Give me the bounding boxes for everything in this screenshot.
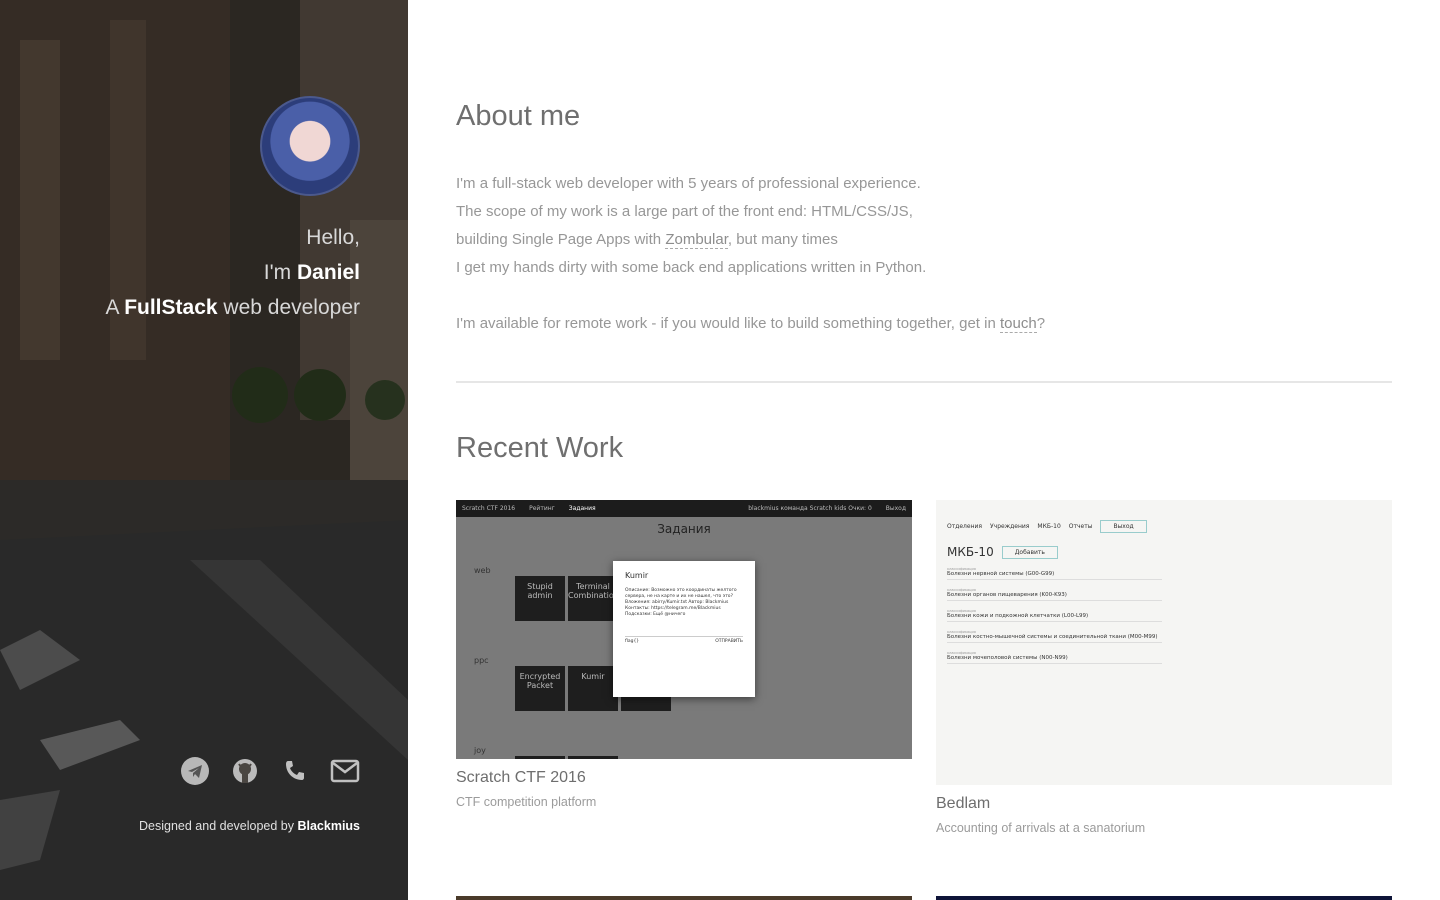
work-name[interactable]: Scratch CTF 2016 [456, 769, 912, 787]
main-content: About me I'm a full-stack web developer … [456, 0, 1392, 900]
preview-navbar: Отделения Учреждения МКБ-10 Отчеты Выход [947, 520, 1381, 533]
work-preview-next[interactable] [456, 896, 912, 900]
preview-tile: Terminal Combination [568, 576, 619, 621]
preview-row: классификация Болезни кожи и подкожной кл… [947, 609, 1162, 622]
preview-row: классификация Болезни мочеполовой системы… [947, 651, 1162, 664]
zombular-link[interactable]: Zombular [665, 231, 728, 249]
preview-category-web: web [474, 566, 491, 575]
preview-navbar: Scratch CTF 2016 Рейтинг Задания blackmi… [456, 500, 912, 517]
about-line-2: The scope of my work is a large part of … [456, 203, 913, 220]
greeting-line-3: A FullStack web developer [105, 296, 360, 319]
mail-icon[interactable] [330, 756, 360, 786]
about-line-4: I get my hands dirty with some back end … [456, 259, 927, 276]
work-preview-next[interactable] [936, 896, 1392, 900]
greeting-role-strong: FullStack [124, 296, 218, 319]
preview-heading: Задания [657, 522, 711, 536]
avatar [260, 96, 360, 196]
social-links [180, 756, 360, 786]
preview-modal: Kumir Описание: Возможно это координаты … [613, 561, 755, 697]
github-icon[interactable] [230, 756, 260, 786]
about-title: About me [456, 100, 581, 132]
about-line-3: building Single Page Apps with Zombular,… [456, 231, 838, 249]
work-description: Accounting of arrivals at a sanatorium [936, 821, 1146, 835]
greeting-name: Daniel [296, 261, 360, 284]
phone-icon[interactable] [280, 756, 310, 786]
preview-category-joy: joy [474, 746, 486, 755]
preview-tile [568, 756, 618, 759]
preview-row: классификация Болезни нервной системы (G0… [947, 567, 1162, 580]
telegram-icon[interactable] [180, 756, 210, 786]
preview-tile: Stupid admin [515, 576, 565, 621]
work-card-scratch-ctf[interactable]: Scratch CTF 2016 Рейтинг Задания blackmi… [456, 500, 912, 809]
touch-link[interactable]: touch [999, 315, 1037, 333]
recent-work-title: Recent Work [456, 432, 624, 464]
work-preview-scratch-ctf[interactable]: Scratch CTF 2016 Рейтинг Задания blackmi… [456, 500, 912, 759]
preview-tile: Kumir [568, 666, 618, 711]
greeting-line-1: Hello, [306, 226, 360, 249]
greeting: Hello, I'm Daniel A FullStack web develo… [105, 220, 360, 325]
credits-author-link[interactable]: Blackmius [297, 819, 360, 833]
work-card-bedlam[interactable]: Отделения Учреждения МКБ-10 Отчеты Выход… [936, 500, 1392, 835]
credits: Designed and developed by Blackmius [139, 819, 360, 833]
about-line-1: I'm a full-stack web developer with 5 ye… [456, 175, 921, 192]
preview-tile [515, 756, 565, 759]
preview-heading: МКБ-10 Добавить [947, 545, 1381, 559]
preview-row: классификация Болезни органов пищеварения… [947, 588, 1162, 601]
preview-tile: Encrypted Packet [515, 666, 565, 711]
preview-category-ppc: ppc [474, 656, 489, 665]
work-preview-bedlam[interactable]: Отделения Учреждения МКБ-10 Отчеты Выход… [936, 500, 1392, 785]
greeting-line-2: I'm Daniel [263, 261, 360, 284]
preview-row: классификация Болезни костно-мышечной сис… [947, 630, 1162, 643]
section-divider [456, 381, 1392, 383]
work-name[interactable]: Bedlam [936, 795, 1392, 813]
about-text: I'm a full-stack web developer with 5 ye… [456, 170, 1045, 338]
sidebar: Hello, I'm Daniel A FullStack web develo… [0, 0, 408, 900]
about-line-5: I'm available for remote work - if you w… [456, 315, 1046, 333]
work-description: CTF competition platform [456, 795, 597, 809]
